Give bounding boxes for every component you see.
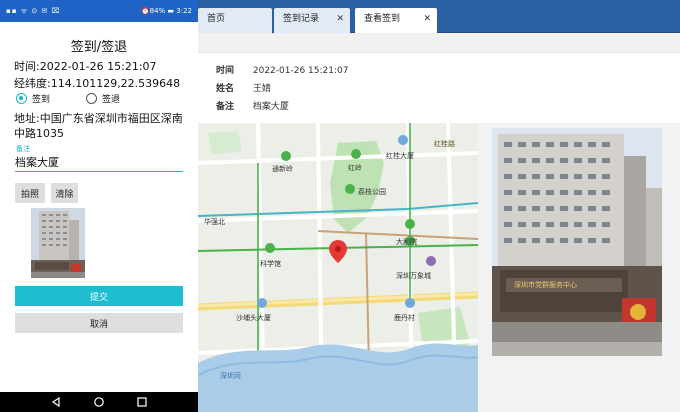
web-app: 首页 签到记录 ✕ 查看签到 ✕ 时间 2022-01-26 15:21:07 … — [198, 0, 680, 412]
tab-records-label: 签到记录 — [283, 14, 320, 24]
map-label-dajuyuan: 大剧院 — [396, 238, 417, 246]
map-label-honggui: 红桂大厦 — [386, 152, 414, 160]
tab-home-label: 首页 — [207, 14, 226, 24]
map-label-lizhi-park: 荔枝公园 — [358, 188, 386, 196]
map-label-tongxinling: 通新岭 — [272, 165, 293, 173]
radio-unchecked-icon — [86, 93, 97, 104]
back-icon[interactable] — [50, 396, 62, 408]
building-photo-thumb — [31, 208, 85, 278]
submit-button[interactable]: 提交 — [15, 286, 183, 306]
content-area: 通新岭 红岭 红桂大厦 红桂路 荔枝公园 华强北 大剧院 科学馆 深圳万象城 沙… — [198, 123, 680, 412]
time-label: 时间 — [216, 66, 235, 76]
radio-checkout[interactable]: 签退 — [86, 92, 120, 105]
map-label-hongling: 红岭 — [348, 164, 362, 172]
map-label-kexueguan: 科学馆 — [260, 260, 281, 268]
location-map[interactable]: 通新岭 红岭 红桂大厦 红桂路 荔枝公园 华强北 大剧院 科学馆 深圳万象城 沙… — [198, 123, 478, 412]
status-icons: ▪▪ ᯤ ⊙ ✉ ⌧ — [6, 7, 61, 15]
address-text: 地址:中国广东省深圳市福田区深南中路1035 — [14, 112, 183, 140]
status-battery-clock: ⏰84% ▬ 3:22 — [140, 7, 192, 15]
map-label-mixc: 深圳万象城 — [396, 272, 431, 280]
photo-button[interactable]: 拍照 — [15, 183, 45, 203]
recents-icon[interactable] — [136, 396, 148, 408]
info-name: 姓名 王婧 — [216, 81, 271, 94]
name-value: 王婧 — [252, 84, 271, 94]
clear-button[interactable]: 清除 — [51, 183, 78, 203]
time-value: 2022-01-26 15:21:07 — [252, 66, 349, 76]
info-time: 时间 2022-01-26 15:21:07 — [216, 63, 348, 76]
photo-thumbnail[interactable] — [31, 208, 85, 278]
name-label: 姓名 — [216, 84, 235, 94]
radio-checkout-label: 签退 — [102, 95, 121, 105]
tab-view-checkin[interactable]: 查看签到 ✕ — [355, 8, 437, 33]
radio-checkin-label: 签到 — [32, 95, 51, 105]
radio-checked-icon — [16, 93, 27, 104]
close-icon[interactable]: ✕ — [336, 8, 344, 30]
building-photo — [492, 128, 662, 356]
home-icon[interactable] — [93, 396, 105, 408]
note-input[interactable] — [15, 153, 183, 172]
checkin-photo[interactable]: 深圳市党群服务中心 — [492, 128, 662, 356]
tab-view-label: 查看签到 — [364, 14, 401, 24]
note-value: 档案大厦 — [252, 102, 289, 112]
time-text: 时间:2022-01-26 15:21:07 — [14, 60, 157, 73]
map-graphic — [198, 123, 478, 412]
page-title: 签到/签退 — [70, 40, 128, 55]
note-label: 备注 — [216, 102, 235, 112]
cancel-button[interactable]: 取消 — [15, 313, 183, 333]
tab-home[interactable]: 首页 — [198, 8, 272, 33]
map-label-ludan: 鹿丹村 — [394, 314, 415, 322]
photo-building-sign: 深圳市党群服务中心 — [514, 281, 577, 289]
radio-checkin[interactable]: 签到 — [16, 92, 50, 105]
android-nav-bar — [0, 392, 198, 412]
toolbar-strip — [198, 33, 680, 53]
checkin-info: 时间 2022-01-26 15:21:07 姓名 王婧 备注 档案大厦 — [198, 53, 680, 123]
close-icon[interactable]: ✕ — [423, 8, 431, 30]
map-label-shatou: 沙埔头大厦 — [236, 314, 271, 322]
coords-text: 经纬度:114.101129,22.539648 — [14, 77, 181, 90]
phone-screen: ▪▪ ᯤ ⊙ ✉ ⌧ ⏰84% ▬ 3:22 签到/签退 时间:2022-01-… — [0, 0, 198, 412]
map-label-honggui-road: 红桂路 — [434, 140, 455, 148]
tab-checkin-records[interactable]: 签到记录 ✕ — [274, 8, 350, 33]
map-label-huaqiangbei: 华强北 — [204, 218, 225, 226]
map-label-river: 深圳河 — [220, 372, 241, 380]
tab-bar: 首页 签到记录 ✕ 查看签到 ✕ — [198, 0, 680, 33]
info-note: 备注 档案大厦 — [216, 99, 289, 112]
status-bar: ▪▪ ᯤ ⊙ ✉ ⌧ ⏰84% ▬ 3:22 — [0, 0, 198, 22]
